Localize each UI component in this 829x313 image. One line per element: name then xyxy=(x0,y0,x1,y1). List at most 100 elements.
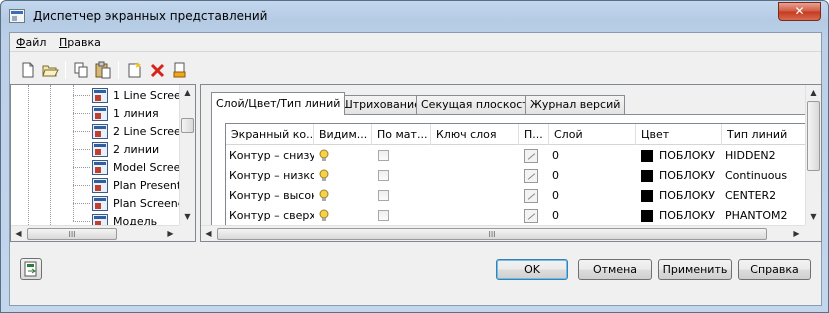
properties-pane: Слой/Цвет/Тип линий Штрихование Секущая … xyxy=(200,84,822,242)
tab-content: Экранный ко... Видим... По мат... Ключ с… xyxy=(211,114,807,241)
display-components-grid[interactable]: Экранный ко... Видим... По мат... Ключ с… xyxy=(225,123,807,231)
tab-hatching[interactable]: Штрихование xyxy=(336,95,426,114)
lightbulb-on-icon[interactable] xyxy=(319,149,329,162)
table-row[interactable]: Контур – сверху 0 ПОБЛОКУ PHANTOM2 xyxy=(226,206,806,226)
tree-vertical-scrollbar[interactable]: ▲ ▼ xyxy=(179,85,195,225)
tree-item[interactable]: 1 Line Screen xyxy=(92,87,187,105)
color-swatch[interactable] xyxy=(641,150,653,162)
lightbulb-on-icon[interactable] xyxy=(319,169,329,182)
scroll-up-icon[interactable]: ▲ xyxy=(180,85,195,100)
linetype-value[interactable]: CENTER2 xyxy=(722,186,806,206)
pane-horizontal-scrollbar[interactable]: ◀ III ▶ xyxy=(201,225,805,241)
component-name: Контур – снизу xyxy=(229,149,314,162)
tab-layer-color-linetype[interactable]: Слой/Цвет/Тип линий xyxy=(211,92,346,115)
column-header[interactable]: Тип линий xyxy=(722,124,806,145)
ok-button[interactable]: OK xyxy=(496,259,568,280)
toolbar xyxy=(10,53,821,83)
view-tree[interactable]: 1 Line Screen 1 линия 2 Line Screen 2 ли… xyxy=(10,84,196,242)
tab-version-history[interactable]: Журнал версий xyxy=(525,95,626,114)
lightbulb-on-icon[interactable] xyxy=(319,209,329,222)
help-button[interactable]: Справка xyxy=(738,259,811,280)
tree-item[interactable]: Model Screen xyxy=(92,159,187,177)
column-header[interactable]: Цвет xyxy=(636,124,722,145)
scroll-corner xyxy=(805,225,821,241)
layer-value[interactable]: 0 xyxy=(549,206,636,226)
table-row[interactable]: Контур – низко 0 ПОБЛОКУ Continuous xyxy=(226,166,806,186)
scroll-left-icon[interactable]: ◀ xyxy=(201,226,216,241)
tree-item[interactable]: 2 линии xyxy=(92,141,187,159)
tree-item[interactable]: 2 Line Screen xyxy=(92,123,187,141)
pane-vertical-scrollbar[interactable]: ▲ ▼ xyxy=(805,85,821,225)
menu-file[interactable]: Файл xyxy=(16,36,46,49)
layer-value[interactable]: 0 xyxy=(549,166,636,186)
scroll-thumb[interactable] xyxy=(181,118,194,133)
copy-icon[interactable] xyxy=(72,61,90,79)
lightbulb-on-icon[interactable] xyxy=(319,189,329,202)
scroll-thumb[interactable]: III xyxy=(217,228,767,240)
tree-item[interactable]: 1 линия xyxy=(92,105,187,123)
display-rep-icon xyxy=(92,142,108,157)
scroll-down-icon[interactable]: ▼ xyxy=(806,209,821,224)
new-icon[interactable] xyxy=(19,61,37,79)
column-header[interactable]: П... xyxy=(519,124,549,145)
tree-branch xyxy=(73,131,90,132)
new-view-icon[interactable] xyxy=(126,61,144,79)
plot-style-icon[interactable] xyxy=(524,149,538,163)
display-rep-icon xyxy=(92,178,108,193)
scroll-corner xyxy=(179,225,195,241)
tab-section-plane[interactable]: Секущая плоскость xyxy=(416,95,541,114)
apply-button[interactable]: Применить xyxy=(658,259,732,280)
color-value[interactable]: ПОБЛОКУ xyxy=(656,146,722,166)
plot-style-icon[interactable] xyxy=(524,209,538,223)
cancel-button[interactable]: Отмена xyxy=(578,259,652,280)
tree-item[interactable]: Plan Presentation xyxy=(92,177,187,195)
color-value[interactable]: ПОБЛОКУ xyxy=(656,206,722,226)
color-value[interactable]: ПОБЛОКУ xyxy=(656,186,722,206)
tree-branch xyxy=(73,167,90,168)
menu-edit[interactable]: Правка xyxy=(59,36,101,49)
color-value[interactable]: ПОБЛОКУ xyxy=(656,166,722,186)
column-header[interactable]: Слой xyxy=(549,124,636,145)
column-header[interactable]: Видим... xyxy=(314,124,372,145)
column-header[interactable]: Экранный ко... xyxy=(226,124,314,145)
table-row[interactable]: Контур – высоко 0 ПОБЛОКУ CENTER2 xyxy=(226,186,806,206)
tree-horizontal-scrollbar[interactable]: ◀ III ▶ xyxy=(11,225,179,241)
by-material-checkbox[interactable] xyxy=(378,210,389,221)
plot-style-icon[interactable] xyxy=(524,169,538,183)
by-material-checkbox[interactable] xyxy=(378,150,389,161)
color-swatch[interactable] xyxy=(641,190,653,202)
column-header[interactable]: Ключ слоя xyxy=(431,124,519,145)
tree-item[interactable]: Plan Screened xyxy=(92,195,187,213)
by-material-checkbox[interactable] xyxy=(378,190,389,201)
toolbar-separator xyxy=(65,61,66,79)
linetype-value[interactable]: Continuous xyxy=(722,166,806,186)
paste-icon[interactable] xyxy=(94,61,112,79)
by-material-checkbox[interactable] xyxy=(378,170,389,181)
scroll-left-icon[interactable]: ◀ xyxy=(11,226,26,241)
scroll-thumb[interactable]: III xyxy=(27,228,117,240)
close-button[interactable]: ✕ xyxy=(778,2,821,21)
scroll-right-icon[interactable]: ▶ xyxy=(163,226,178,241)
table-row[interactable]: Контур – снизу 0 ПОБЛОКУ HIDDEN2 xyxy=(226,146,806,166)
tree-item-label: 2 Line Screen xyxy=(113,125,187,138)
linetype-value[interactable]: HIDDEN2 xyxy=(722,146,806,166)
open-icon[interactable] xyxy=(41,61,59,79)
tree-item-label: Model Screen xyxy=(113,161,187,174)
scroll-thumb[interactable] xyxy=(807,101,820,171)
rename-icon[interactable] xyxy=(171,61,189,79)
scroll-down-icon[interactable]: ▼ xyxy=(180,209,195,224)
layer-value[interactable]: 0 xyxy=(549,146,636,166)
column-header[interactable]: По мат... xyxy=(372,124,431,145)
scroll-up-icon[interactable]: ▲ xyxy=(806,85,821,100)
layer-value[interactable]: 0 xyxy=(549,186,636,206)
plot-style-icon[interactable] xyxy=(524,189,538,203)
linetype-value[interactable]: PHANTOM2 xyxy=(722,206,806,226)
tree-branch xyxy=(73,95,90,96)
color-swatch[interactable] xyxy=(641,210,653,222)
delete-icon[interactable] xyxy=(149,61,167,79)
scroll-right-icon[interactable]: ▶ xyxy=(789,226,804,241)
color-swatch[interactable] xyxy=(641,170,653,182)
title-bar[interactable]: Диспетчер экранных представлений ✕ xyxy=(1,1,828,32)
grid-header: Экранный ко... Видим... По мат... Ключ с… xyxy=(226,124,806,145)
import-export-button[interactable] xyxy=(20,258,42,280)
